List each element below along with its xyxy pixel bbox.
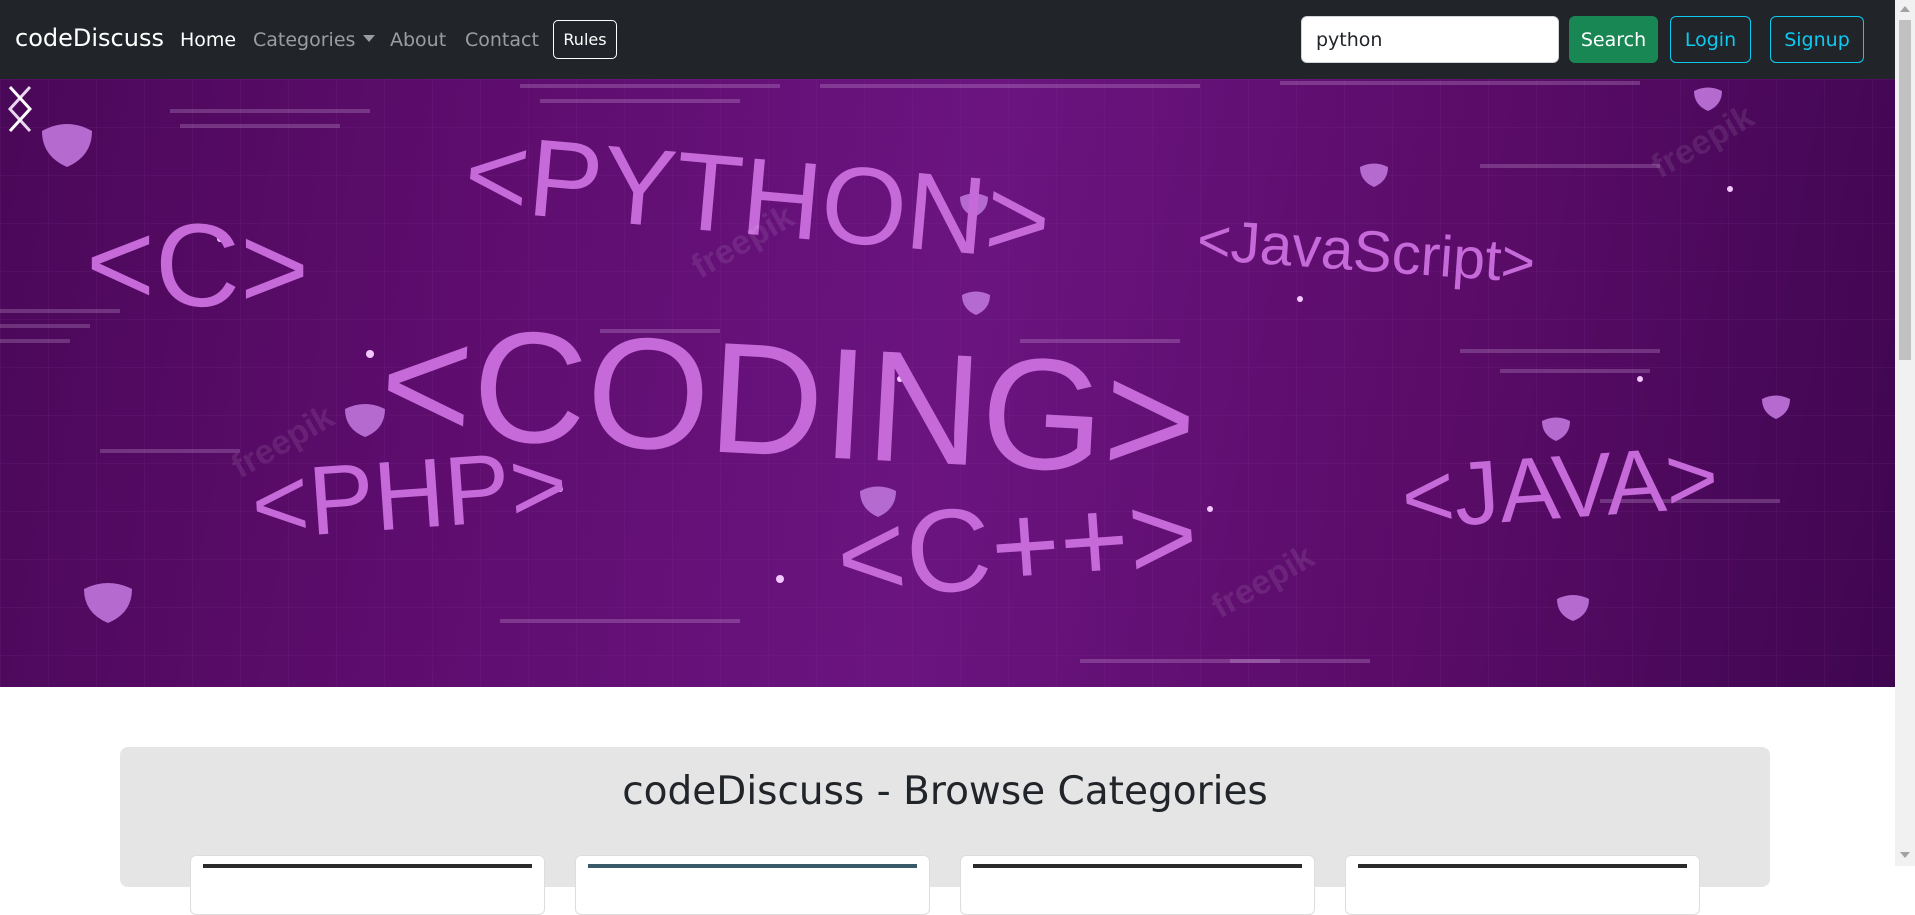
card-image: [1358, 864, 1687, 868]
hero-carousel: <C> <PYTHON> <JavaScript> <CODING> <PHP>…: [0, 79, 1895, 687]
nav-contact-link[interactable]: Contact: [465, 29, 539, 51]
carousel-next-icon[interactable]: [0, 79, 40, 139]
signup-button[interactable]: Signup: [1770, 16, 1864, 63]
nav-categories-label: Categories: [253, 29, 356, 51]
categories-section: codeDiscuss - Browse Categories: [120, 747, 1770, 915]
rules-button[interactable]: Rules: [553, 20, 617, 59]
card-image: [588, 864, 917, 868]
brand-logo[interactable]: codeDiscuss: [15, 24, 164, 52]
scroll-down-icon[interactable]: [1900, 852, 1910, 858]
nav-about-link[interactable]: About: [390, 29, 446, 51]
search-input[interactable]: [1301, 16, 1559, 63]
card-image: [973, 864, 1302, 868]
scroll-up-icon[interactable]: [1900, 6, 1910, 12]
nav-home-link[interactable]: Home: [180, 29, 236, 51]
hero-word-c: <C>: [86, 196, 309, 336]
navbar: codeDiscuss Home Categories About Contac…: [0, 0, 1895, 79]
scroll-thumb[interactable]: [1899, 20, 1911, 360]
category-card[interactable]: [575, 855, 930, 915]
nav-categories-dropdown[interactable]: Categories: [253, 29, 376, 51]
hero-word-cpp: <C++>: [833, 468, 1202, 625]
category-card[interactable]: [960, 855, 1315, 915]
category-card[interactable]: [1345, 855, 1700, 915]
chevron-down-icon: [363, 35, 376, 42]
hero-image: <C> <PYTHON> <JavaScript> <CODING> <PHP>…: [0, 79, 1895, 687]
login-button[interactable]: Login: [1670, 16, 1751, 63]
categories-title: codeDiscuss - Browse Categories: [622, 769, 1268, 814]
category-card[interactable]: [190, 855, 545, 915]
page-scrollbar[interactable]: [1895, 0, 1915, 866]
search-button[interactable]: Search: [1569, 16, 1658, 63]
card-image: [203, 864, 532, 868]
